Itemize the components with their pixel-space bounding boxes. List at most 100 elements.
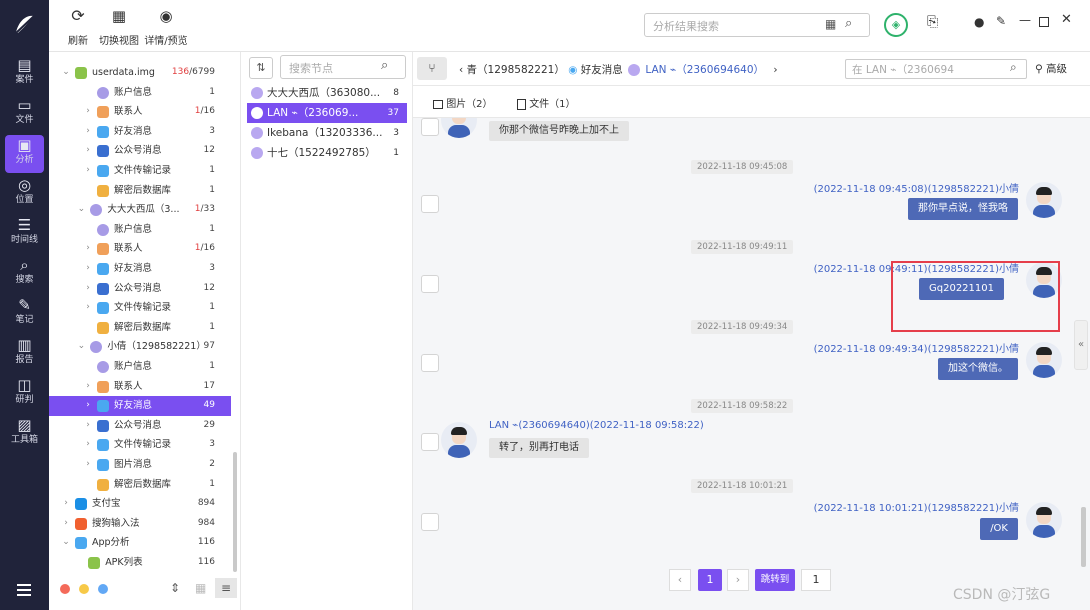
analysis-search-input[interactable]: 分析结果搜索 <box>653 18 719 34</box>
menu-icon[interactable] <box>17 584 31 596</box>
detail-preview-button[interactable]: ◉ 详情/预览 <box>143 6 189 47</box>
tab-files[interactable]: 文件（1） <box>517 95 576 110</box>
tree-item[interactable]: ⌄ userdata.img 136/6799 <box>49 63 231 83</box>
message-checkbox[interactable] <box>421 195 439 213</box>
list-view-icon[interactable]: ≡ <box>215 578 237 598</box>
chevron-right-icon[interactable]: › <box>83 102 93 122</box>
pin-icon[interactable]: ✎ <box>996 14 1006 28</box>
collapse-panel-button[interactable]: « <box>1074 320 1088 370</box>
sort-icon[interactable]: ⇕ <box>170 581 180 595</box>
chevron-right-icon[interactable]: › <box>83 141 93 161</box>
message-checkbox[interactable] <box>421 275 439 293</box>
tree-item[interactable]: ⌄ App分析 116 <box>49 533 231 553</box>
search-icon[interactable]: ⌕ <box>845 16 852 31</box>
node-sort-button[interactable]: ⇅ <box>249 57 273 79</box>
search-icon[interactable]: ⌕ <box>381 58 388 73</box>
tree-item[interactable]: 账户信息 1 <box>49 220 231 240</box>
tree-item[interactable]: › 公众号消息 12 <box>49 279 231 299</box>
tag-circle-button[interactable]: ◈ <box>884 13 908 37</box>
grid-view-icon[interactable]: ▦ <box>195 581 206 595</box>
current-page-button[interactable]: 1 <box>698 569 722 591</box>
chevron-right-icon[interactable]: › <box>83 279 93 299</box>
nav-item-toolbox[interactable]: ▨ 工具箱 <box>0 415 49 453</box>
chevron-right-icon[interactable]: › <box>83 298 93 318</box>
chevron-right-icon[interactable]: › <box>83 161 93 181</box>
chevron-right-icon[interactable]: › <box>83 259 93 279</box>
chevron-right-icon[interactable]: › <box>83 377 93 397</box>
node-item[interactable]: Ikebana（13203336... 3 <box>247 123 407 143</box>
search-icon[interactable]: ⌕ <box>1010 60 1017 75</box>
jump-to-button[interactable]: 跳转到 <box>755 569 795 591</box>
node-item[interactable]: 大大大西瓜（363080... 8 <box>247 83 407 103</box>
close-icon[interactable]: ✕ <box>1061 12 1072 27</box>
tree-item[interactable]: APK列表 116 <box>49 553 231 573</box>
breadcrumb-item-contact[interactable]: LAN ⌁（2360694640） <box>645 64 764 76</box>
analysis-search-box[interactable]: 分析结果搜索 ▦ ⌕ <box>644 13 870 37</box>
tree-item[interactable]: 解密后数据库 1 <box>49 475 231 495</box>
breadcrumb-item-user[interactable]: 青（1298582221） <box>467 64 565 76</box>
tab-images[interactable]: 图片（2） <box>433 95 493 110</box>
branch-button[interactable]: ⑂ <box>417 57 447 80</box>
tree-item[interactable]: 解密后数据库 1 <box>49 181 231 201</box>
tree-item[interactable]: › 联系人 1/16 <box>49 239 231 259</box>
chevron-right-icon[interactable]: › <box>83 455 93 475</box>
message-checkbox[interactable] <box>421 433 439 451</box>
message-checkbox[interactable] <box>421 118 439 136</box>
tree-item[interactable]: 账户信息 1 <box>49 83 231 103</box>
tree-item[interactable]: 解密后数据库 1 <box>49 318 231 338</box>
breadcrumb-item-friend-msg[interactable]: 好友消息 <box>581 64 623 76</box>
chevron-down-icon[interactable]: ⌄ <box>61 533 71 553</box>
chevron-right-icon[interactable]: › <box>83 435 93 455</box>
chevron-right-icon[interactable]: › <box>83 416 93 436</box>
tree-item[interactable]: › 好友消息 3 <box>49 259 231 279</box>
advanced-search-button[interactable]: ⚲ 高级 <box>1035 61 1067 76</box>
in-chat-search-input[interactable]: 在 LAN ⌁（2360694 <box>852 62 1002 77</box>
message-checkbox[interactable] <box>421 513 439 531</box>
tree-item[interactable]: ⌄ 小倩（1298582221） 97 <box>49 337 231 357</box>
prev-page-button[interactable]: ‹ <box>669 569 691 591</box>
forward-chevron-icon[interactable]: › <box>773 64 777 76</box>
node-item[interactable]: LAN ⌁（236069... 37 <box>247 103 407 123</box>
nav-item-report[interactable]: ▥ 报告 <box>0 335 49 373</box>
tree-item[interactable]: › 支付宝 894 <box>49 494 231 514</box>
minimize-icon[interactable]: — <box>1019 13 1031 27</box>
message-checkbox[interactable] <box>421 354 439 372</box>
tree-item[interactable]: › 文件传输记录 1 <box>49 161 231 181</box>
chevron-right-icon[interactable]: › <box>61 494 71 514</box>
tree-item[interactable]: › 图片消息 2 <box>49 455 231 475</box>
tree-item[interactable]: › 好友消息 3 <box>49 122 231 142</box>
in-chat-search-box[interactable]: 在 LAN ⌁（2360694 ⌕ <box>845 59 1027 79</box>
chevron-right-icon[interactable]: › <box>83 396 93 416</box>
tree-item[interactable]: › 好友消息 49 <box>49 396 231 416</box>
next-page-button[interactable]: › <box>727 569 749 591</box>
nav-item-search[interactable]: ⌕ 搜索 <box>0 255 49 293</box>
message-scrollbar[interactable] <box>1081 507 1086 567</box>
chevron-down-icon[interactable]: ⌄ <box>61 63 71 83</box>
tree-item[interactable]: ⌄ 大大大西瓜（3... 1/33 <box>49 200 231 220</box>
refresh-button[interactable]: ⟳ 刷新 <box>63 6 93 47</box>
user-icon[interactable]: ● <box>974 15 984 29</box>
nav-item-timeline[interactable]: ☰ 时间线 <box>0 215 49 253</box>
nav-item-case[interactable]: ▤ 案件 <box>0 55 49 93</box>
back-chevron-icon[interactable]: ‹ <box>459 64 463 76</box>
tree-item[interactable]: 账户信息 1 <box>49 357 231 377</box>
nav-item-location[interactable]: ◎ 位置 <box>0 175 49 213</box>
export-icon[interactable]: ⎘ <box>927 14 938 30</box>
tree-item[interactable]: › 搜狗输入法 984 <box>49 514 231 534</box>
chevron-right-icon[interactable]: › <box>83 239 93 259</box>
chevron-down-icon[interactable]: ⌄ <box>76 337 86 357</box>
tree-scrollbar[interactable] <box>233 452 237 572</box>
maximize-icon[interactable] <box>1039 17 1049 27</box>
tree-item[interactable]: › 公众号消息 29 <box>49 416 231 436</box>
node-item[interactable]: 十七（1522492785） 1 <box>247 143 407 163</box>
jump-page-input[interactable]: 1 <box>801 569 831 591</box>
nav-item-note[interactable]: ✎ 笔记 <box>0 295 49 333</box>
chevron-right-icon[interactable]: › <box>83 122 93 142</box>
tree-item[interactable]: › 文件传输记录 1 <box>49 298 231 318</box>
calendar-icon[interactable]: ▦ <box>825 17 836 31</box>
nav-item-file[interactable]: ▭ 文件 <box>0 95 49 133</box>
switch-view-button[interactable]: ▦ 切换视图 <box>99 6 139 47</box>
tree-item[interactable]: › 联系人 1/16 <box>49 102 231 122</box>
tree-item[interactable]: › 文件传输记录 3 <box>49 435 231 455</box>
node-search-box[interactable]: 搜索节点 ⌕ <box>280 55 406 79</box>
